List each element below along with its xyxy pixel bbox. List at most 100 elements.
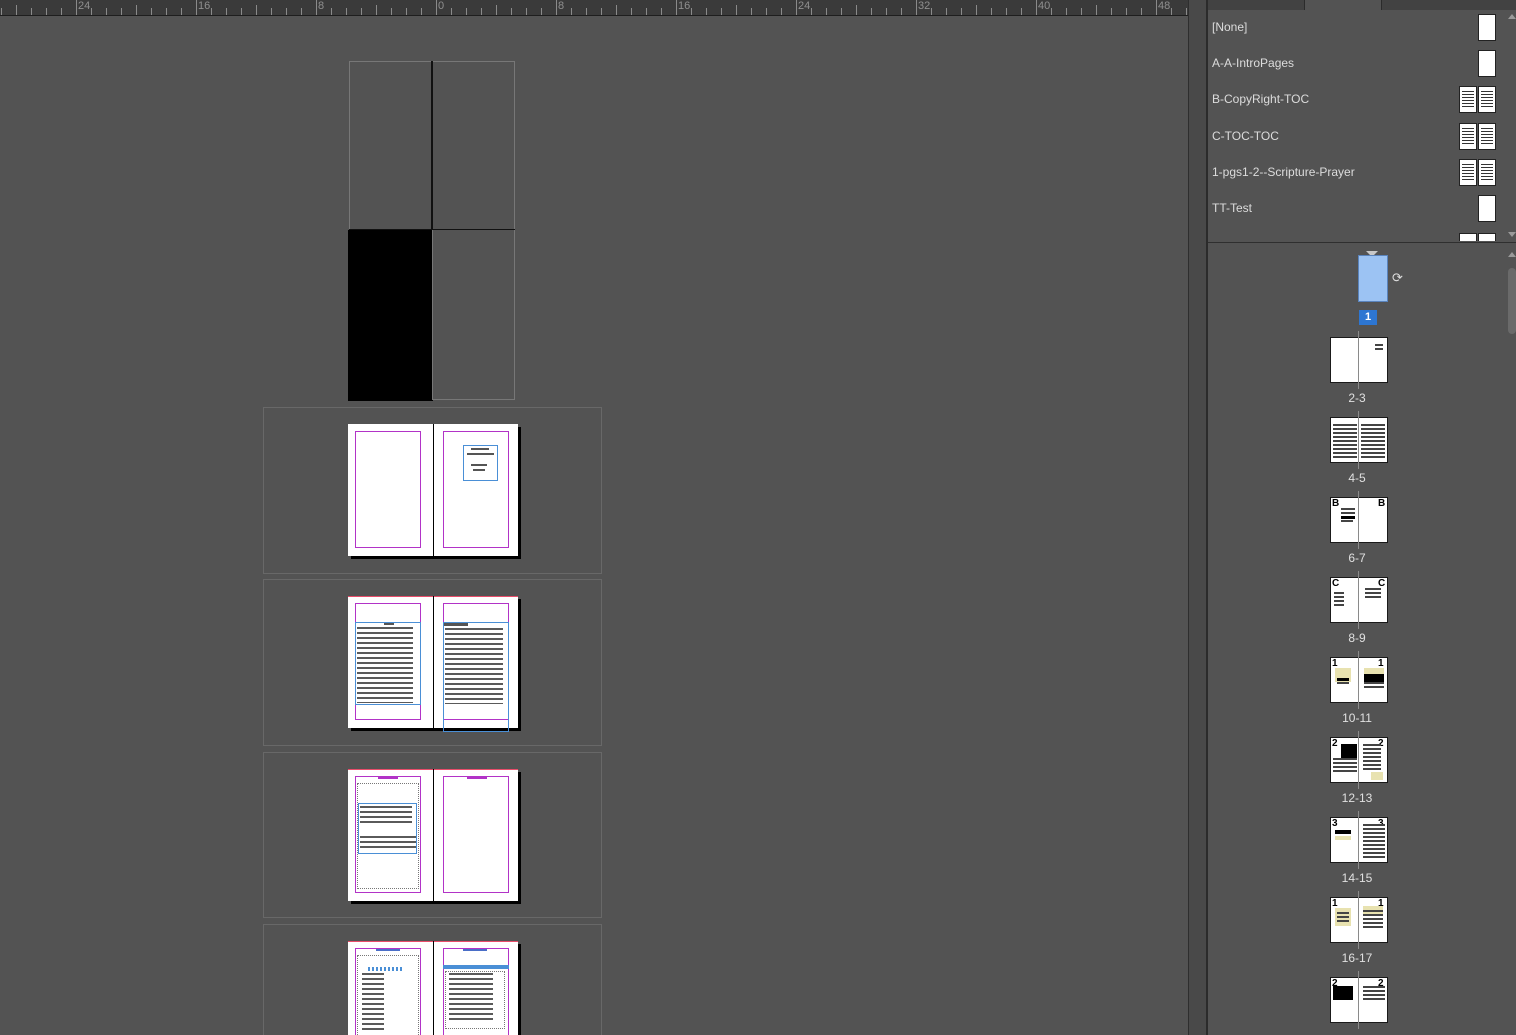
pages-scrollbar-thumb[interactable] (1508, 268, 1516, 334)
page-thumbnail-left[interactable]: 3 (1330, 817, 1359, 863)
applied-master-letter: 3 (1332, 818, 1338, 829)
ruler-tick (961, 8, 962, 15)
ruler-tick (676, 0, 677, 15)
master-item[interactable]: C-TOC-TOC (1208, 119, 1504, 155)
ruler-tick (121, 8, 122, 15)
page-5[interactable] (433, 596, 518, 732)
ruler-tick (856, 5, 857, 15)
ruler-tick (451, 8, 452, 15)
page-thumbnail-right[interactable]: C (1358, 577, 1388, 623)
thumb-content (1341, 520, 1353, 524)
thumb-content (1363, 986, 1385, 1000)
page-thumbnail-right[interactable] (1358, 337, 1388, 383)
thumb-content (1363, 910, 1383, 930)
masters-pages-divider[interactable] (1208, 242, 1516, 243)
page-thumbnail-left[interactable]: 2 (1330, 737, 1359, 783)
spread-page-label: 16-17 (1341, 951, 1373, 965)
master-item[interactable]: A-A-IntroPages (1208, 46, 1504, 82)
ruler-tick (346, 8, 347, 15)
page-thumbnail-right[interactable]: 3 (1358, 817, 1388, 863)
page-7[interactable] (433, 769, 518, 901)
page-3[interactable] (433, 424, 518, 556)
ruler-tick (136, 5, 137, 15)
master-item[interactable]: 1-pgs1-2--Scripture-Prayer (1208, 155, 1504, 191)
spread-spine (1358, 491, 1359, 549)
master-thumbnail (1478, 195, 1496, 222)
thumb-content (1333, 758, 1357, 774)
thumb-content (1341, 508, 1355, 514)
thumb-content (1337, 682, 1349, 686)
ruler-tick (361, 8, 362, 15)
ruler-tick (1021, 8, 1022, 15)
page-1-number-badge[interactable]: 1 (1359, 310, 1377, 325)
ruler-tick (151, 8, 152, 15)
page-thumbnail-right[interactable]: 2 (1358, 977, 1388, 1023)
master-item[interactable]: [None] (1208, 10, 1504, 46)
ruler-tick (481, 8, 482, 15)
panel-divider[interactable] (1188, 0, 1207, 1035)
ruler-tick (1156, 0, 1157, 15)
ruler-tick (241, 8, 242, 15)
rotate-spread-icon[interactable]: ⟳ (1392, 271, 1405, 284)
ruler-tick (466, 8, 467, 15)
horizontal-ruler[interactable]: 24 16 8 0 8 16 24 32 40 48 (0, 0, 1188, 16)
ruler-tick (406, 8, 407, 15)
ruler-tick (976, 5, 977, 15)
ruler-tick (796, 0, 797, 15)
ruler-tick (571, 8, 572, 15)
page-thumbnail-right[interactable]: 1 (1358, 657, 1388, 703)
document-canvas[interactable]: 24 16 8 0 8 16 24 32 40 48 (0, 0, 1188, 1035)
page-6[interactable] (348, 769, 433, 901)
cover-spread[interactable] (348, 61, 515, 401)
page-thumbnail-left[interactable]: B (1330, 497, 1359, 543)
tab-pages[interactable] (1304, 0, 1382, 10)
ruler-tick (781, 8, 782, 15)
page-2[interactable] (348, 424, 433, 556)
spread-page-label: 6-7 (1348, 551, 1366, 565)
page-thumbnail-left[interactable]: 1 (1330, 657, 1359, 703)
page-thumbnail-left[interactable]: 2 (1330, 977, 1359, 1023)
page-4[interactable] (348, 596, 433, 728)
page-9[interactable] (433, 941, 518, 1035)
page-thumbnail-right[interactable]: 1 (1358, 897, 1388, 943)
ruler-tick (871, 8, 872, 15)
page-thumbnail-right[interactable] (1358, 417, 1388, 463)
master-thumbnail (1478, 159, 1496, 186)
master-label: 1-pgs1-2--Scripture-Prayer (1212, 165, 1355, 179)
ruler-tick (1126, 8, 1127, 15)
masters-scroll-down-icon[interactable] (1508, 232, 1516, 237)
masters-scroll-up-icon[interactable] (1508, 14, 1516, 19)
pages-panel: [None] A-A-IntroPages B-CopyRight-TOC C-TOC… (1206, 0, 1516, 1035)
master-item[interactable]: B-CopyRight-TOC (1208, 82, 1504, 118)
ruler-tick (316, 0, 317, 15)
ruler-tick (841, 8, 842, 15)
spread-8-9[interactable] (263, 924, 602, 1035)
spread-2-3[interactable] (263, 407, 602, 574)
ruler-tick (661, 8, 662, 15)
page-thumbnail-right[interactable]: B (1358, 497, 1388, 543)
page-thumbnail-left[interactable]: C (1330, 577, 1359, 623)
page-thumbnail-right[interactable]: 2 (1358, 737, 1388, 783)
pages-scroll-up-icon[interactable] (1508, 252, 1516, 257)
ruler-tick (286, 8, 287, 15)
page-thumbnail-left[interactable]: 1 (1330, 897, 1359, 943)
ruler-tick (1036, 0, 1037, 15)
ruler-tick (946, 8, 947, 15)
thumb-content (1334, 592, 1344, 608)
applied-master-letter: B (1378, 498, 1386, 509)
spread-page-label: 2-3 (1348, 391, 1366, 405)
ruler-label: 40 (1038, 0, 1051, 12)
page-8[interactable] (348, 941, 433, 1035)
spread-page-label: 4-5 (1348, 471, 1366, 485)
ruler-tick (46, 8, 47, 15)
spread-6-7[interactable] (263, 752, 602, 918)
page-1-thumbnail[interactable] (1358, 255, 1388, 302)
ruler-label: 32 (918, 0, 931, 12)
ruler-tick (271, 8, 272, 15)
spread-4-5[interactable] (263, 579, 602, 746)
ruler-tick (376, 5, 377, 15)
master-label: A-A-IntroPages (1212, 56, 1295, 70)
page-thumbnail-left[interactable] (1330, 417, 1359, 463)
master-item[interactable]: TT-Test (1208, 191, 1504, 227)
page-thumbnail-left[interactable] (1330, 337, 1359, 383)
